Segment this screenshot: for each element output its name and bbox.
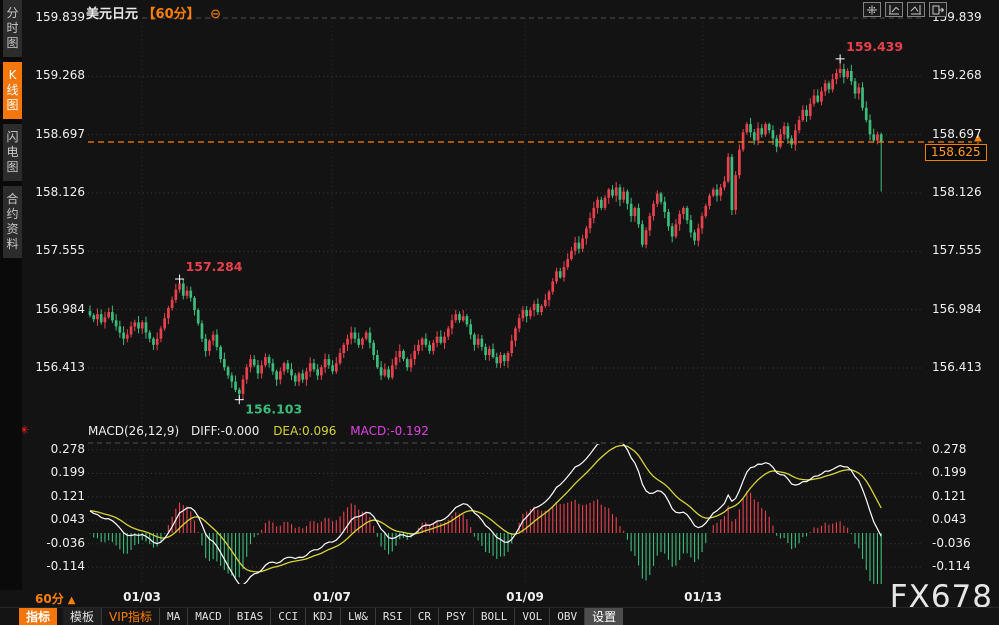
- axis-zoom-right-icon[interactable]: [907, 2, 925, 17]
- bottom-bar-item-LW&[interactable]: LW&: [340, 608, 375, 625]
- bottom-bar-item-RSI[interactable]: RSI: [375, 608, 410, 625]
- macd-dea-value: DEA:0.096: [273, 424, 336, 438]
- axis-zoom-left-icon[interactable]: [885, 2, 903, 17]
- macd-axis-label-left: 0.121: [25, 489, 85, 503]
- bottom-bar-item-BIAS[interactable]: BIAS: [229, 608, 271, 625]
- chevron-up-icon: ▲: [68, 595, 76, 606]
- macd-axis-label-left: 0.278: [25, 442, 85, 456]
- bottom-bar-item-OBV[interactable]: OBV: [549, 608, 584, 625]
- current-price-tag: 158.625: [925, 144, 987, 161]
- macd-header: MACD(26,12,9) DIFF:-0.000 DEA:0.096 MACD…: [88, 424, 429, 438]
- date-axis-label: 01/07: [313, 590, 351, 604]
- sidebar-item-2[interactable]: 闪电图: [3, 124, 22, 181]
- bottom-bar-item-指标[interactable]: 指标: [19, 608, 57, 625]
- macd-macd-value: MACD:-0.192: [350, 424, 429, 438]
- timeframe-selector[interactable]: 60分 ▲: [35, 590, 75, 607]
- date-axis-label: 01/03: [123, 590, 161, 604]
- price-axis-label-right: 158.697: [932, 127, 982, 141]
- macd-axis-label-right: 0.121: [932, 489, 966, 503]
- bottom-bar-item-PSY[interactable]: PSY: [438, 608, 473, 625]
- bottom-bar-item-CCI[interactable]: CCI: [270, 608, 305, 625]
- price-axis-label-left: 159.839: [25, 10, 85, 24]
- bottom-bar-item-VOL[interactable]: VOL: [514, 608, 549, 625]
- pan-right-icon[interactable]: [929, 2, 947, 17]
- macd-axis-label-left: -0.036: [25, 536, 85, 550]
- macd-axis-label-left: -0.114: [25, 559, 85, 573]
- chart-tool-icons: [863, 2, 947, 17]
- price-axis-label-left: 158.126: [25, 185, 85, 199]
- macd-axis-label-right: 0.043: [932, 512, 966, 526]
- price-axis-label-right: 156.413: [932, 360, 982, 374]
- bottom-bar-item-BOLL[interactable]: BOLL: [473, 608, 515, 625]
- macd-axis-label-left: 0.043: [25, 512, 85, 526]
- price-axis-label-right: 158.126: [932, 185, 982, 199]
- macd-axis-label-right: 0.199: [932, 465, 966, 479]
- chart-header: 美元日元 【60分】 ⊖: [86, 3, 221, 22]
- macd-axis-label-left: 0.199: [25, 465, 85, 479]
- bottom-bar-item-CR[interactable]: CR: [410, 608, 438, 625]
- chart-app: 157.284 156.103 159.439 分时图 K线图闪电图合约资料 美元日元…: [0, 0, 999, 625]
- bottom-bar-item-VIP指标[interactable]: VIP指标: [101, 608, 159, 625]
- macd-axis-label-right: -0.114: [932, 559, 971, 573]
- price-axis-label-left: 156.984: [25, 302, 85, 316]
- macd-axis-label-right: -0.036: [932, 536, 971, 550]
- swing-high-annotation: 159.439: [846, 39, 903, 54]
- timeframe-selector-label: 60分: [35, 592, 64, 606]
- indicator-bottom-bar: 指标模板VIP指标MAMACDBIASCCIKDJLW&RSICRPSYBOLL…: [0, 607, 999, 625]
- macd-title: MACD(26,12,9): [88, 424, 179, 438]
- symbol-title: 美元日元: [86, 7, 138, 22]
- price-axis-label-right: 156.984: [932, 302, 982, 316]
- timeframe-badge: 【60分】: [143, 7, 200, 22]
- chart-canvas[interactable]: 157.284 156.103 159.439: [0, 0, 999, 625]
- macd-axis-label-right: 0.278: [932, 442, 966, 456]
- swing-high-annotation: 157.284: [186, 259, 243, 274]
- price-axis-label-left: 157.555: [25, 243, 85, 257]
- bottom-bar-item-设置[interactable]: 设置: [584, 608, 623, 625]
- bottom-bar-item-KDJ[interactable]: KDJ: [305, 608, 340, 625]
- price-axis-label-right: 159.268: [932, 68, 982, 82]
- date-axis-label: 01/09: [506, 590, 544, 604]
- collapse-icon[interactable]: ⊖: [210, 7, 221, 22]
- sidebar: 分时图 K线图闪电图合约资料: [0, 0, 22, 590]
- price-axis-label-left: 159.268: [25, 68, 85, 82]
- price-axis-label-right: 157.555: [932, 243, 982, 257]
- price-axis-label-left: 158.697: [25, 127, 85, 141]
- swing-low-annotation: 156.103: [245, 402, 302, 417]
- sidebar-item-3[interactable]: 合约资料: [3, 186, 22, 258]
- price-axis-label-left: 156.413: [25, 360, 85, 374]
- bottom-bar-item-MACD[interactable]: MACD: [187, 608, 229, 625]
- bottom-bar-item-MA[interactable]: MA: [159, 608, 187, 625]
- sidebar-item-0[interactable]: 分时图: [3, 0, 22, 57]
- crosshair-move-icon[interactable]: [863, 2, 881, 17]
- sidebar-item-1[interactable]: K线图: [3, 62, 22, 119]
- bottom-bar-item-模板[interactable]: 模板: [63, 608, 101, 625]
- macd-diff-value: DIFF:-0.000: [191, 424, 259, 438]
- date-axis-label: 01/13: [684, 590, 722, 604]
